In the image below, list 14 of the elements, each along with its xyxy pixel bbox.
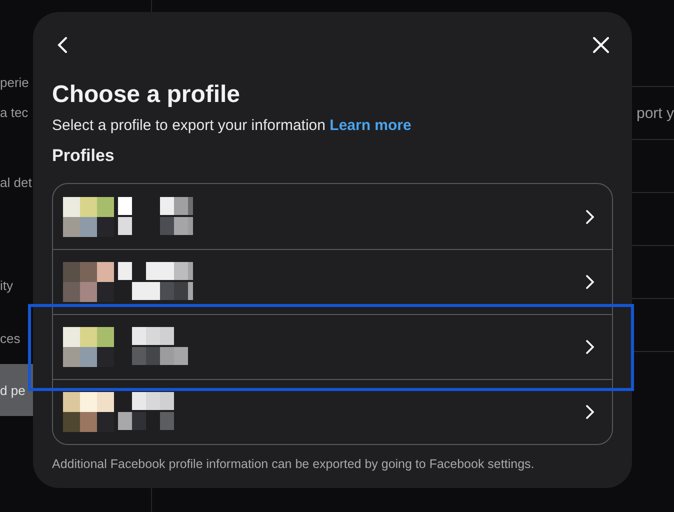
close-button[interactable] bbox=[590, 34, 612, 56]
chevron-right-icon bbox=[586, 275, 594, 289]
chevron-right-icon bbox=[586, 340, 594, 354]
dialog-title: Choose a profile bbox=[52, 80, 242, 110]
back-icon bbox=[56, 36, 70, 54]
dialog-subtitle: Select a profile to export your information Learn more bbox=[52, 116, 412, 136]
content-text: port y bbox=[636, 104, 674, 122]
chevron-right-icon bbox=[586, 210, 594, 224]
learn-more-link[interactable]: Learn more bbox=[330, 117, 412, 134]
close-icon bbox=[592, 36, 610, 54]
section-heading: Profiles bbox=[52, 145, 116, 167]
sidebar-item[interactable]: d pe bbox=[0, 364, 33, 416]
footer-note: Additional Facebook profile information can be exported by going to Facebook settings. bbox=[52, 456, 536, 472]
chevron-right-icon bbox=[586, 405, 594, 419]
